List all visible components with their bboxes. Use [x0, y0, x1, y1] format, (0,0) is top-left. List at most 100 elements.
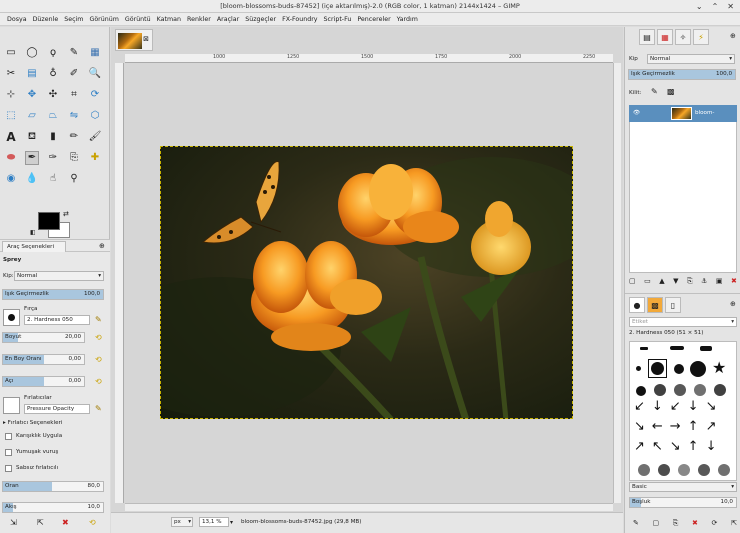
- menu-image[interactable]: Görüntü: [122, 13, 154, 25]
- star-brush-icon[interactable]: ★: [712, 360, 726, 376]
- text-tool-icon[interactable]: A: [4, 130, 18, 144]
- swap-colors-icon[interactable]: ⇄: [63, 209, 69, 219]
- smooth-stroke-checkbox[interactable]: [5, 449, 12, 456]
- menu-script-fu[interactable]: Script-Fu: [321, 13, 355, 25]
- brush-item[interactable]: [678, 464, 690, 476]
- brushes-menu-icon[interactable]: ⊕: [730, 299, 736, 309]
- paintbrush-icon[interactable]: 🖌: [88, 130, 102, 144]
- unit-dropdown[interactable]: px ▾: [171, 517, 193, 527]
- new-layer-group-icon[interactable]: ▭: [644, 277, 651, 286]
- menu-view[interactable]: Görünüm: [86, 13, 121, 25]
- align-icon[interactable]: ✣: [46, 88, 60, 102]
- brush-item[interactable]: [690, 361, 706, 377]
- brush-grid[interactable]: ★ ↙↓↙↓↘ ↘←→↑↗ ↗↖↘↑↓: [629, 341, 737, 481]
- brush-item[interactable]: [636, 366, 641, 371]
- dynamics-options-expander[interactable]: ▸ Fırlatıcı Seçenekleri: [3, 420, 62, 426]
- ellipse-select-icon[interactable]: ◯: [25, 46, 39, 60]
- foreground-color-front[interactable]: [38, 212, 60, 230]
- brush-name-field[interactable]: 2. Hardness 050: [24, 315, 90, 325]
- pencil-icon[interactable]: ✏: [67, 130, 81, 144]
- brush-item[interactable]: [670, 346, 684, 350]
- brush-tag-filter[interactable]: Etiket ▾: [629, 317, 737, 327]
- default-colors-icon[interactable]: ◧: [30, 228, 36, 238]
- patterns-tab-icon[interactable]: ▩: [647, 297, 663, 313]
- edit-brush-icon[interactable]: ✎: [95, 315, 102, 325]
- bucket-fill-icon[interactable]: ⛾: [25, 130, 39, 144]
- brush-item[interactable]: [636, 386, 646, 396]
- brush-item[interactable]: [674, 364, 684, 374]
- arrow-brushes-row-2[interactable]: ↘←→↑↗: [634, 420, 723, 434]
- scissors-icon[interactable]: ✂: [4, 67, 18, 81]
- tab-tool-options[interactable]: Araç Seçenekleri: [2, 241, 66, 252]
- mask-icon[interactable]: ▣: [716, 277, 723, 286]
- blur-icon[interactable]: 💧: [25, 172, 39, 186]
- panel-menu-icon[interactable]: ⊕: [99, 241, 105, 251]
- brush-item[interactable]: [718, 464, 730, 476]
- paths-tab-icon[interactable]: ✧: [675, 29, 691, 45]
- open-brush-editor-icon[interactable]: ⇱: [731, 519, 737, 528]
- fuzzy-select-icon[interactable]: ✎: [67, 46, 81, 60]
- layer-mode-dropdown[interactable]: Normal ▾: [647, 54, 735, 64]
- brush-item[interactable]: [654, 384, 666, 396]
- reset-angle-icon[interactable]: ⟲: [95, 377, 102, 387]
- measure-icon[interactable]: ⊹: [4, 88, 18, 102]
- brush-item[interactable]: [638, 464, 650, 476]
- airbrush-icon[interactable]: ✒: [25, 151, 39, 165]
- perspective-icon[interactable]: ⏢: [46, 109, 60, 123]
- dynamics-preview[interactable]: [3, 397, 20, 414]
- spacing-slider[interactable]: Boşluk 10,0: [629, 497, 737, 508]
- zoom-dropdown-icon[interactable]: ▾: [230, 518, 233, 528]
- edit-dynamics-icon[interactable]: ✎: [95, 404, 102, 414]
- gradients-tab-icon[interactable]: ▯: [665, 297, 681, 313]
- color-picker-icon[interactable]: ✐: [67, 67, 81, 81]
- menu-help[interactable]: Yardım: [394, 13, 421, 25]
- jitter-checkbox[interactable]: [5, 433, 12, 440]
- reset-aspect-icon[interactable]: ⟲: [95, 355, 102, 365]
- dodge-burn-icon[interactable]: ⚲: [67, 172, 81, 186]
- brush-item[interactable]: [640, 347, 648, 350]
- reset-size-icon[interactable]: ⟲: [95, 333, 102, 343]
- smudge-icon[interactable]: ☝: [46, 172, 60, 186]
- layers-tab-icon[interactable]: ▤: [639, 29, 655, 45]
- delete-layer-icon[interactable]: ✖: [731, 277, 737, 286]
- brush-item[interactable]: [674, 384, 686, 396]
- menu-filters[interactable]: Süzgeçler: [242, 13, 279, 25]
- duplicate-brush-icon[interactable]: ⎘: [673, 519, 679, 528]
- delete-brush-icon[interactable]: ✖: [692, 519, 698, 528]
- reset-options-icon[interactable]: ⟲: [89, 518, 96, 528]
- brush-set-dropdown[interactable]: Basic ▾: [629, 482, 737, 492]
- angle-slider[interactable]: Açı 0,00: [2, 376, 85, 387]
- close-tab-icon[interactable]: ⊠: [143, 35, 149, 43]
- brush-item[interactable]: [694, 384, 706, 396]
- eraser-icon[interactable]: ⬬: [4, 151, 18, 165]
- heal-icon[interactable]: ✚: [88, 151, 102, 165]
- menu-select[interactable]: Seçim: [61, 13, 86, 25]
- dock-menu-icon[interactable]: ⊕: [730, 31, 736, 41]
- rate-slider[interactable]: Oran 80,0: [2, 481, 104, 492]
- minimize-icon[interactable]: ⌄: [696, 0, 703, 13]
- channels-tab-icon[interactable]: ▦: [657, 29, 673, 45]
- menu-layer[interactable]: Katman: [154, 13, 184, 25]
- vertical-ruler[interactable]: [115, 63, 124, 503]
- brush-item[interactable]: [658, 464, 670, 476]
- anchor-layer-icon[interactable]: ⚓: [701, 277, 707, 286]
- raise-layer-icon[interactable]: ▲: [659, 277, 664, 286]
- paths-icon[interactable]: ♁: [46, 67, 60, 81]
- menu-edit[interactable]: Düzenle: [30, 13, 62, 25]
- lock-pixels-icon[interactable]: ✎: [651, 87, 658, 97]
- undo-history-tab-icon[interactable]: ⚡: [693, 29, 709, 45]
- color-select-icon[interactable]: ▦: [88, 46, 102, 60]
- maximize-icon[interactable]: ⌃: [712, 0, 719, 13]
- blend-icon[interactable]: ▮: [46, 130, 60, 144]
- clone-icon[interactable]: ⎘: [67, 151, 81, 165]
- horizontal-scrollbar[interactable]: [125, 503, 613, 511]
- save-options-icon[interactable]: ⇲: [10, 518, 17, 528]
- vertical-scrollbar[interactable]: [613, 63, 621, 503]
- free-select-icon[interactable]: ϙ: [46, 46, 60, 60]
- brush-preview[interactable]: [3, 309, 20, 326]
- menu-tools[interactable]: Araçlar: [214, 13, 242, 25]
- arrow-brushes-row-3[interactable]: ↗↖↘↑↓: [634, 440, 723, 454]
- edit-brush-icon[interactable]: ✎: [633, 519, 639, 528]
- arrow-brushes-row-1[interactable]: ↙↓↙↓↘: [634, 400, 723, 414]
- eye-icon[interactable]: 👁: [633, 105, 640, 122]
